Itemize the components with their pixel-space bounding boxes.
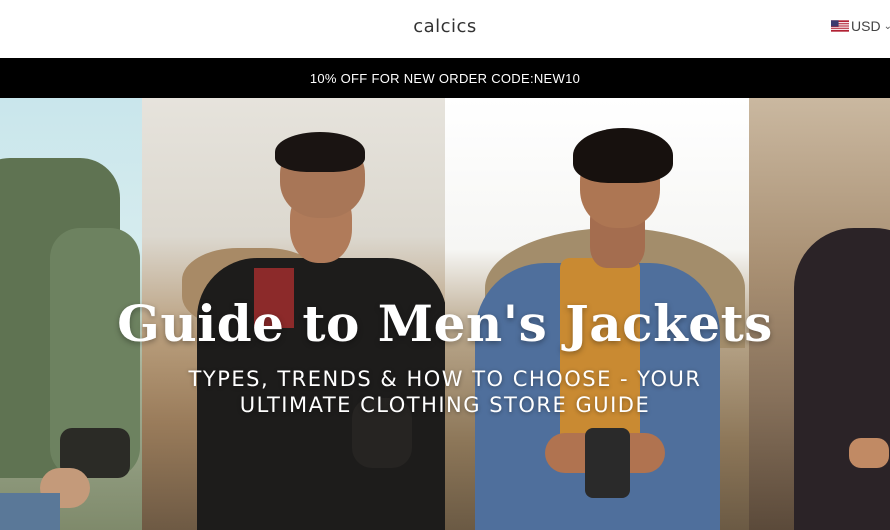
currency-selector[interactable]: USD ⌄ — [831, 18, 890, 34]
announcement-bar: 10% OFF FOR NEW ORDER CODE:NEW10 — [0, 58, 890, 98]
announcement-text: 10% OFF FOR NEW ORDER CODE:NEW10 — [309, 70, 581, 86]
hero-banner[interactable] — [0, 98, 890, 530]
us-flag-icon — [831, 20, 850, 32]
hero-photo-blue-jacket — [445, 98, 749, 530]
site-header: calcics USD ⌄ — [0, 0, 890, 58]
store-logo[interactable]: calcics — [0, 16, 890, 37]
hero-photo-green-jacket — [0, 98, 142, 530]
hero-photo-black-jacket — [142, 98, 445, 530]
currency-label: USD — [851, 18, 881, 34]
hero-photo-dark-coat — [749, 98, 890, 530]
chevron-down-icon: ⌄ — [883, 20, 890, 32]
